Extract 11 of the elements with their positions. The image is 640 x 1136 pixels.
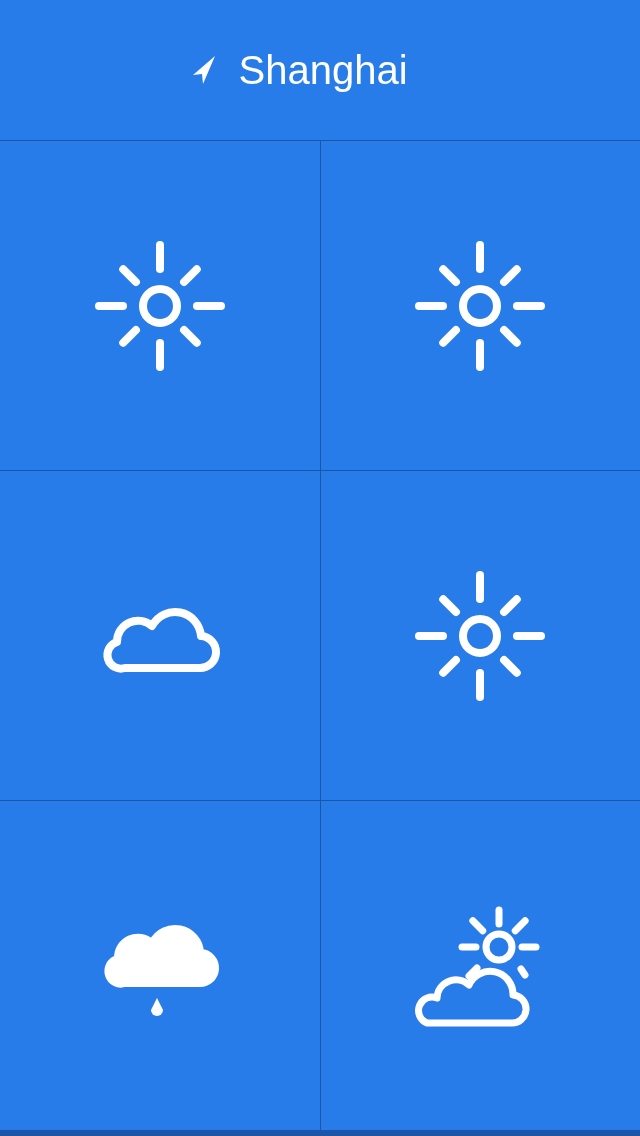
sun-icon xyxy=(415,570,546,701)
weather-tile[interactable] xyxy=(320,801,640,1130)
weather-tile[interactable] xyxy=(0,471,320,800)
weather-tile[interactable] xyxy=(320,471,640,800)
sun-icon xyxy=(94,240,225,371)
weather-tile[interactable] xyxy=(320,141,640,470)
weather-tile[interactable] xyxy=(0,141,320,470)
location-arrow-icon xyxy=(192,55,217,85)
city-name: Shanghai xyxy=(238,47,408,93)
sun-icon xyxy=(415,240,546,371)
weather-tile[interactable] xyxy=(0,801,320,1130)
